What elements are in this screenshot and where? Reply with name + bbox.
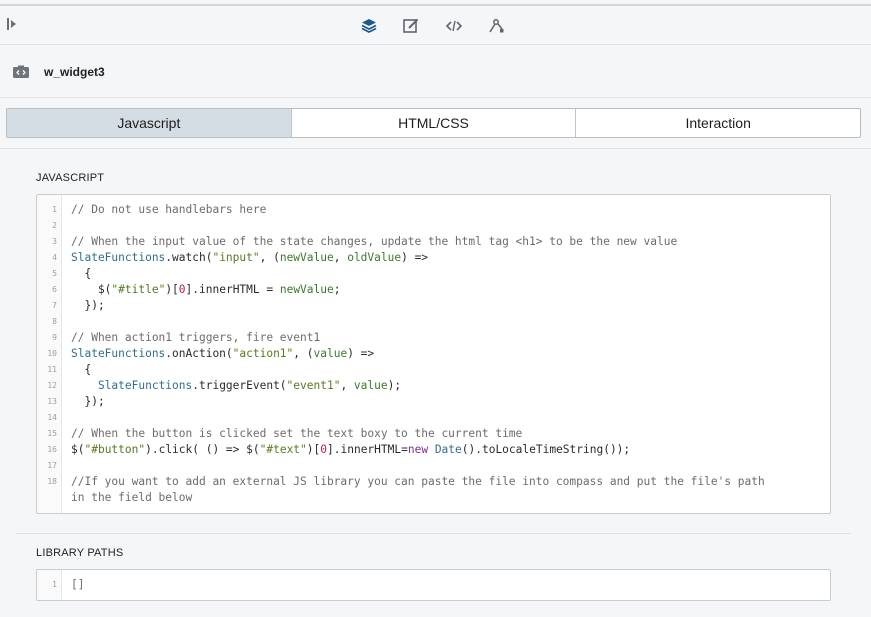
divider bbox=[16, 533, 851, 534]
code-text: // When action1 triggers, fire event1 bbox=[71, 331, 321, 344]
code-line: 10 SlateFunctions.onAction("action1", (va… bbox=[37, 346, 830, 362]
code-text: //If you want to add an external JS libr… bbox=[71, 475, 765, 488]
code-text: SlateFunctions.watch("input", (newValue,… bbox=[71, 251, 429, 264]
code-line: 14 bbox=[37, 410, 830, 426]
tab-interaction[interactable]: Interaction bbox=[576, 109, 860, 137]
code-line: 17 bbox=[37, 458, 830, 474]
editor-tabs: Javascript HTML/CSS Interaction bbox=[6, 108, 861, 138]
widget-name: w_widget3 bbox=[44, 65, 105, 79]
line-number: 7 bbox=[52, 301, 57, 310]
code-line: 16 $("#button").click( () => $("#text")[0… bbox=[37, 442, 830, 458]
line-number: 9 bbox=[52, 333, 57, 342]
code-line: 8 bbox=[37, 314, 830, 330]
line-number: 11 bbox=[47, 365, 57, 374]
code-line: 18 //If you want to add an external JS li… bbox=[37, 474, 830, 490]
code-line: 3 // When the input value of the state ch… bbox=[37, 234, 830, 250]
code-text: $("#button").click( () => $("#text")[0].… bbox=[71, 443, 631, 456]
line-number: 4 bbox=[52, 253, 57, 262]
code-text: [] bbox=[71, 578, 85, 591]
code-text: $("#title")[0].innerHTML = newValue; bbox=[71, 283, 341, 296]
code-line: 1 [] bbox=[37, 577, 830, 593]
code-text: }); bbox=[71, 395, 105, 408]
line-number: 12 bbox=[47, 381, 57, 390]
line-number: 13 bbox=[47, 397, 57, 406]
code-line: 4 SlateFunctions.watch("input", (newValue… bbox=[37, 250, 830, 266]
line-number: 1 bbox=[52, 205, 57, 214]
code-text: // Do not use handlebars here bbox=[71, 203, 267, 216]
code-line: 12 SlateFunctions.triggerEvent("event1",… bbox=[37, 378, 830, 394]
javascript-editor[interactable]: 1 // Do not use handlebars here 2 3 // When … bbox=[36, 194, 831, 514]
layers-icon[interactable] bbox=[360, 17, 378, 35]
code-text: SlateFunctions.onAction("action1", (valu… bbox=[71, 347, 375, 360]
code-text: in the field below bbox=[71, 491, 193, 504]
code-line: 6 $("#title")[0].innerHTML = newValue; bbox=[37, 282, 830, 298]
code-line: 2 bbox=[37, 218, 830, 234]
code-text: { bbox=[71, 363, 92, 376]
line-number: 15 bbox=[47, 429, 57, 438]
code-line: 5 { bbox=[37, 266, 830, 282]
code-line: 9 // When action1 triggers, fire event1 bbox=[37, 330, 830, 346]
library-paths-label: LIBRARY PATHS bbox=[36, 547, 124, 559]
code-line: in the field below bbox=[37, 490, 830, 506]
code-text: // When the button is clicked set the te… bbox=[71, 427, 523, 440]
widget-header: w_widget3 bbox=[0, 45, 871, 98]
line-number: 2 bbox=[52, 221, 57, 230]
library-paths-editor[interactable]: 1 [] bbox=[36, 569, 831, 601]
collapse-panel-icon[interactable] bbox=[6, 17, 18, 31]
code-text: SlateFunctions.triggerEvent("event1", va… bbox=[97, 379, 402, 392]
code-text: { bbox=[71, 267, 92, 280]
code-line: 15 // When the button is clicked set the … bbox=[37, 426, 830, 442]
line-number: 17 bbox=[47, 461, 57, 470]
line-number: 5 bbox=[52, 269, 57, 278]
code-line: 7 }); bbox=[37, 298, 830, 314]
line-number: 1 bbox=[52, 580, 57, 589]
line-number: 18 bbox=[47, 477, 57, 486]
interaction-icon[interactable] bbox=[487, 17, 505, 35]
line-number: 10 bbox=[47, 349, 57, 358]
line-number: 6 bbox=[52, 285, 57, 294]
tab-html-css[interactable]: HTML/CSS bbox=[292, 109, 577, 137]
code-icon[interactable] bbox=[445, 17, 463, 35]
line-number: 16 bbox=[47, 445, 57, 454]
toolbar bbox=[0, 6, 871, 45]
code-text: // When the input value of the state cha… bbox=[71, 235, 678, 248]
line-number: 3 bbox=[52, 237, 57, 246]
code-text: }); bbox=[71, 299, 105, 312]
tab-javascript[interactable]: Javascript bbox=[7, 109, 292, 137]
javascript-section-label: JAVASCRIPT bbox=[36, 172, 105, 184]
code-line: 13 }); bbox=[37, 394, 830, 410]
widget-icon bbox=[12, 65, 30, 79]
line-number: 8 bbox=[52, 317, 57, 326]
line-number: 14 bbox=[47, 413, 57, 422]
edit-icon[interactable] bbox=[402, 17, 420, 35]
divider bbox=[0, 148, 871, 149]
code-line: 1 // Do not use handlebars here bbox=[37, 202, 830, 218]
code-line: 11 { bbox=[37, 362, 830, 378]
